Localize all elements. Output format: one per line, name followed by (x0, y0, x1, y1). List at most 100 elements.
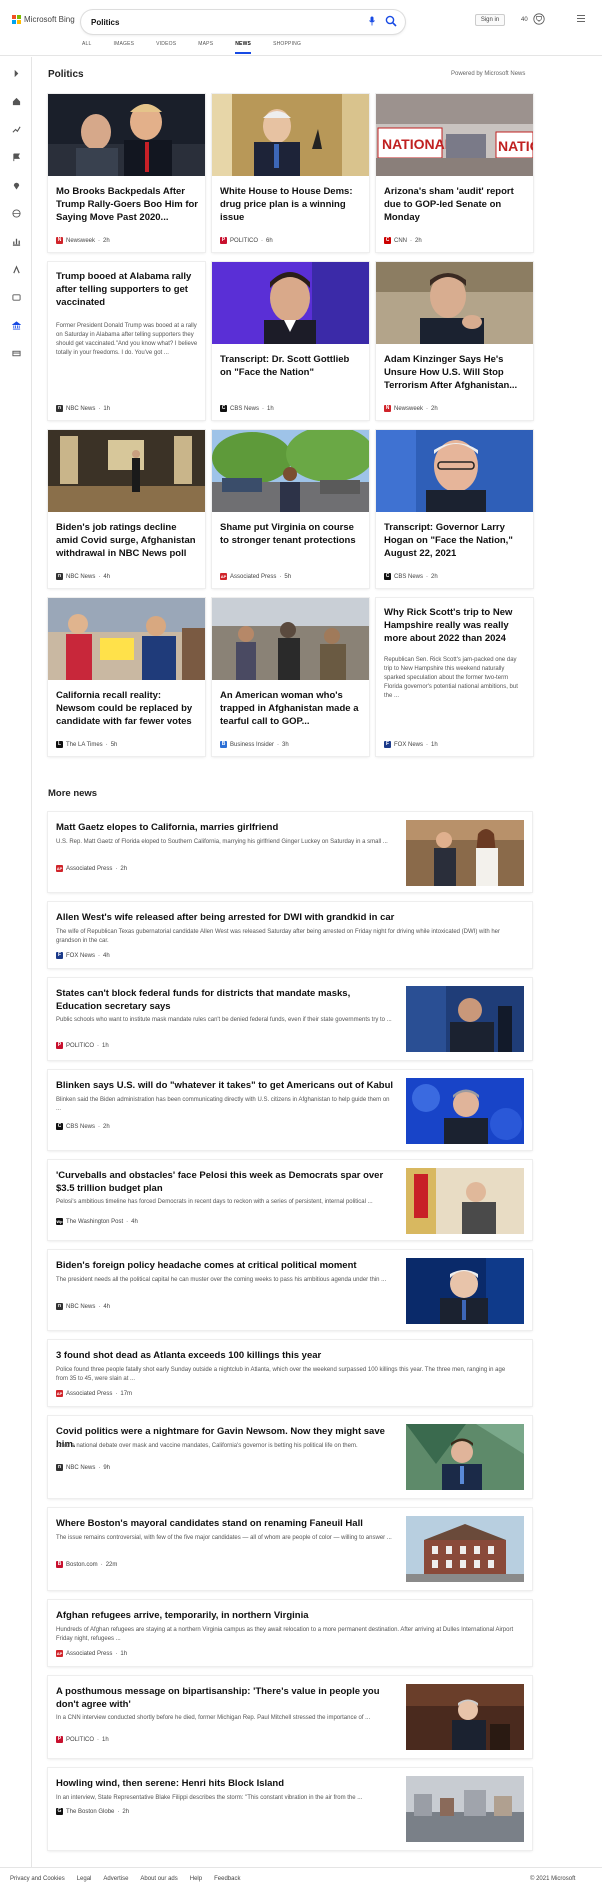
tab-news[interactable]: NEWS (235, 41, 252, 54)
microphone-icon[interactable] (369, 16, 375, 26)
row-title[interactable]: 3 found shot dead as Atlanta exceeds 100… (56, 1349, 516, 1362)
news-card[interactable]: Shame put Virginia on course to stronger… (212, 430, 369, 588)
source-name: CBS News (66, 1123, 96, 1130)
news-row[interactable]: Covid politics were a nightmare for Gavi… (48, 1416, 532, 1498)
expand-chevron-icon[interactable] (12, 69, 21, 78)
row-title[interactable]: Allen West's wife released after being a… (56, 911, 516, 924)
card-title[interactable]: Shame put Virginia on course to stronger… (220, 521, 362, 547)
row-title[interactable]: States can't block federal funds for dis… (56, 987, 396, 1013)
card-title[interactable]: Biden's job ratings decline amid Covid s… (56, 521, 198, 560)
row-title[interactable]: Matt Gaetz elopes to California, marries… (56, 821, 396, 834)
tab-all[interactable]: ALL (82, 41, 92, 54)
age: 17m (120, 1390, 133, 1397)
row-title[interactable]: Blinken says U.S. will do "whatever it t… (56, 1079, 396, 1092)
news-image-recall-rally (48, 598, 205, 680)
card-title[interactable]: Mo Brooks Backpedals After Trump Rally-G… (56, 185, 198, 224)
tab-videos[interactable]: VIDEOS (156, 41, 176, 54)
card-title[interactable]: An American woman who's trapped in Afgha… (220, 689, 362, 728)
footer-link-help[interactable]: Help (190, 1876, 202, 1882)
tab-shopping[interactable]: SHOPPING (273, 41, 301, 54)
card-title[interactable]: White House to House Dems: drug price pl… (220, 185, 362, 224)
card-title[interactable]: Transcript: Dr. Scott Gottlieb on "Face … (220, 353, 362, 379)
card-title[interactable]: California recall reality: Newsom could … (56, 689, 198, 728)
search-icon[interactable] (385, 15, 397, 27)
news-card[interactable]: Biden's job ratings decline amid Covid s… (48, 430, 205, 588)
news-row[interactable]: A posthumous message on bipartisanship: … (48, 1676, 532, 1758)
copyright: © 2021 Microsoft (530, 1876, 576, 1882)
row-title[interactable]: 'Curveballs and obstacles' face Pelosi t… (56, 1169, 396, 1195)
source-separator: · (115, 1650, 118, 1657)
card-title[interactable]: Why Rick Scott's trip to New Hampshire r… (384, 606, 526, 645)
news-row[interactable]: States can't block federal funds for dis… (48, 978, 532, 1060)
entertainment-icon[interactable] (12, 293, 21, 302)
card-title[interactable]: Transcript: Governor Larry Hogan on "Fac… (384, 521, 526, 560)
row-source: P POLITICO · 1h (56, 1042, 109, 1049)
row-title[interactable]: Biden's foreign policy headache comes at… (56, 1259, 396, 1272)
card-source: n NBC News · 4h (56, 573, 110, 580)
news-card[interactable]: Trump booed at Alabama rally after telli… (48, 262, 205, 420)
news-card[interactable]: Transcript: Governor Larry Hogan on "Fac… (376, 430, 533, 588)
news-row[interactable]: 3 found shot dead as Atlanta exceeds 100… (48, 1340, 532, 1406)
money-icon[interactable] (12, 349, 21, 358)
news-card[interactable]: California recall reality: Newsom could … (48, 598, 205, 756)
news-row[interactable]: Allen West's wife released after being a… (48, 902, 532, 968)
news-row[interactable]: Biden's foreign policy headache comes at… (48, 1250, 532, 1330)
card-snippet: Former President Donald Trump was booed … (56, 323, 198, 356)
news-card[interactable]: Why Rick Scott's trip to New Hampshire r… (376, 598, 533, 756)
news-row[interactable]: Afghan refugees arrive, temporarily, in … (48, 1600, 532, 1666)
tab-images[interactable]: IMAGES (114, 41, 135, 54)
rewards-trophy-icon[interactable] (533, 13, 545, 25)
sports-icon[interactable] (12, 265, 21, 274)
globe-icon[interactable] (12, 209, 21, 218)
sign-in-button[interactable]: Sign in (475, 14, 505, 26)
news-card[interactable]: An American woman who's trapped in Afgha… (212, 598, 369, 756)
footer-link-about-ads[interactable]: About our ads (140, 1876, 177, 1882)
row-title[interactable]: A posthumous message on bipartisanship: … (56, 1685, 396, 1711)
finance-icon[interactable] (12, 237, 21, 246)
news-card[interactable]: Adam Kinzinger Says He's Unsure How U.S.… (376, 262, 533, 420)
news-row[interactable]: 'Curveballs and obstacles' face Pelosi t… (48, 1160, 532, 1240)
search-box[interactable] (81, 10, 405, 34)
footer-link-feedback[interactable]: Feedback (214, 1876, 240, 1882)
source-separator: · (277, 741, 280, 748)
card-title[interactable]: Trump booed at Alabama rally after telli… (56, 270, 198, 309)
tab-maps[interactable]: MAPS (198, 41, 213, 54)
row-source: AP Associated Press · 2h (56, 865, 127, 872)
news-card[interactable]: NATIONAL NATIO Arizona's sham 'audit' re… (376, 94, 533, 252)
news-card[interactable]: Transcript: Dr. Scott Gottlieb on "Face … (212, 262, 369, 420)
flag-icon[interactable] (12, 153, 21, 162)
news-image-kabul-crowd (212, 598, 369, 680)
source-name: Associated Press (66, 1390, 113, 1397)
home-icon[interactable] (12, 97, 21, 106)
footer-link-legal[interactable]: Legal (77, 1876, 92, 1882)
card-title[interactable]: Adam Kinzinger Says He's Unsure How U.S.… (384, 353, 526, 392)
news-card[interactable]: White House to House Dems: drug price pl… (212, 94, 369, 252)
nbc-logo-icon: n (56, 1464, 63, 1471)
row-source: P POLITICO · 1h (56, 1736, 109, 1743)
row-snippet: Hundreds of Afghan refugees are staying … (56, 1627, 514, 1642)
news-thumb-biden (406, 1258, 524, 1324)
rewards-points[interactable]: 40 (521, 17, 528, 23)
news-row[interactable]: Blinken says U.S. will do "whatever it t… (48, 1070, 532, 1150)
card-title[interactable]: Arizona's sham 'audit' report due to GOP… (384, 185, 526, 224)
news-row[interactable]: Howling wind, then serene: Henri hits Bl… (48, 1768, 532, 1850)
news-row[interactable]: Where Boston's mayoral candidates stand … (48, 1508, 532, 1590)
politics-icon[interactable] (12, 321, 21, 330)
location-icon[interactable] (12, 181, 21, 190)
row-title[interactable]: Howling wind, then serene: Henri hits Bl… (56, 1777, 396, 1790)
left-rail (0, 57, 32, 1867)
menu-hamburger-icon[interactable] (577, 15, 585, 24)
card-source: P POLITICO · 6h (220, 237, 273, 244)
row-title[interactable]: Afghan refugees arrive, temporarily, in … (56, 1609, 516, 1622)
footer-link-advertise[interactable]: Advertise (103, 1876, 128, 1882)
footer-link-privacy[interactable]: Privacy and Cookies (10, 1876, 65, 1882)
row-title[interactable]: Where Boston's mayoral candidates stand … (56, 1517, 396, 1530)
trending-icon[interactable] (12, 125, 21, 134)
source-name: Boston.com (66, 1561, 98, 1568)
bing-logo[interactable]: Microsoft Bing (12, 15, 75, 24)
news-card[interactable]: Mo Brooks Backpedals After Trump Rally-G… (48, 94, 205, 252)
row-source: C CBS News · 2h (56, 1123, 110, 1130)
news-row[interactable]: Matt Gaetz elopes to California, marries… (48, 812, 532, 892)
search-input[interactable] (91, 14, 361, 30)
brand-name: Microsoft Bing (24, 15, 75, 24)
